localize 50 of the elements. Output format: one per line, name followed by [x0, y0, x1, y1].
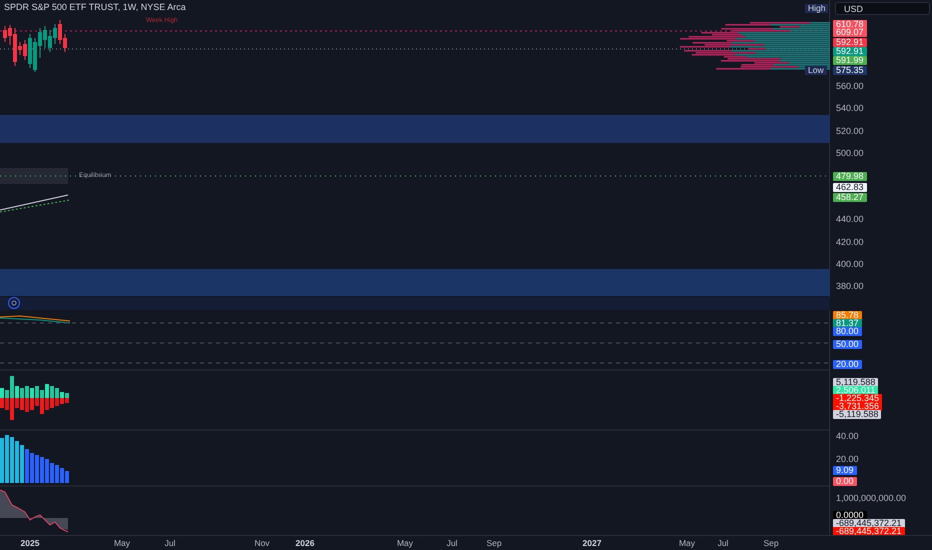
price-tag: 0.0000	[833, 510, 867, 520]
time-label: Jul	[164, 538, 176, 548]
price-label: 440.00	[835, 214, 865, 224]
oscillator-drawing	[0, 316, 70, 324]
price-label: 40.00	[835, 432, 860, 440]
price-tag: 0.00	[833, 476, 857, 486]
time-label: 2025	[20, 538, 40, 548]
price-tag: 592.91	[833, 38, 867, 46]
low-badge: Low	[805, 66, 827, 74]
price-tag: 610.78	[833, 20, 867, 28]
delta-bars-drawing	[0, 376, 69, 420]
price-tag: 9.09	[833, 466, 857, 474]
label-box	[0, 168, 68, 184]
circle-icon[interactable]	[8, 297, 20, 309]
time-label: May	[396, 538, 414, 548]
time-label: May	[114, 538, 130, 548]
price-label: 520.00	[835, 126, 865, 136]
trend-line-drawing	[0, 194, 70, 212]
time-label: Sep	[763, 538, 779, 548]
price-label: 20.00	[835, 454, 860, 464]
price-label: 380.00	[835, 282, 865, 290]
price-tag: 20.00	[833, 360, 862, 368]
price-label: 400.00	[835, 260, 865, 268]
histogram-drawing	[0, 435, 69, 483]
price-tag: 479.98	[833, 172, 867, 180]
line-chart-drawing	[0, 490, 68, 532]
price-tag: 462.83	[833, 182, 867, 192]
price-tag: 575.35	[833, 66, 867, 74]
price-label: 420.00	[835, 238, 865, 246]
price-tag: 5,119.588	[833, 378, 878, 386]
time-label: Jul	[446, 538, 458, 548]
high-badge: High	[805, 4, 828, 12]
candlestick-drawing	[3, 20, 67, 72]
time-label: Nov	[254, 538, 270, 548]
price-tag: -689,445,372.21	[833, 518, 905, 528]
time-label: 2027	[582, 538, 602, 548]
price-label: 540.00	[835, 104, 865, 112]
price-tag: 50.00	[833, 340, 862, 348]
price-label: 1,000,000,000.00	[835, 494, 908, 502]
chart-title: SPDR S&P 500 ETF TRUST, 1W, NYSE Arca	[4, 2, 186, 12]
price-tag: 85.78	[833, 310, 862, 320]
time-label: 2026	[296, 538, 314, 548]
time-label: Jul	[718, 538, 728, 548]
currency-field[interactable]: USD	[835, 2, 930, 15]
time-label: Sep	[486, 538, 502, 548]
time-label: May	[678, 538, 696, 548]
price-label: 560.00	[835, 82, 865, 90]
price-tag: -1,225.345	[833, 394, 882, 402]
price-label: 500.00	[835, 148, 865, 158]
price-tag: 458.27	[833, 192, 867, 202]
